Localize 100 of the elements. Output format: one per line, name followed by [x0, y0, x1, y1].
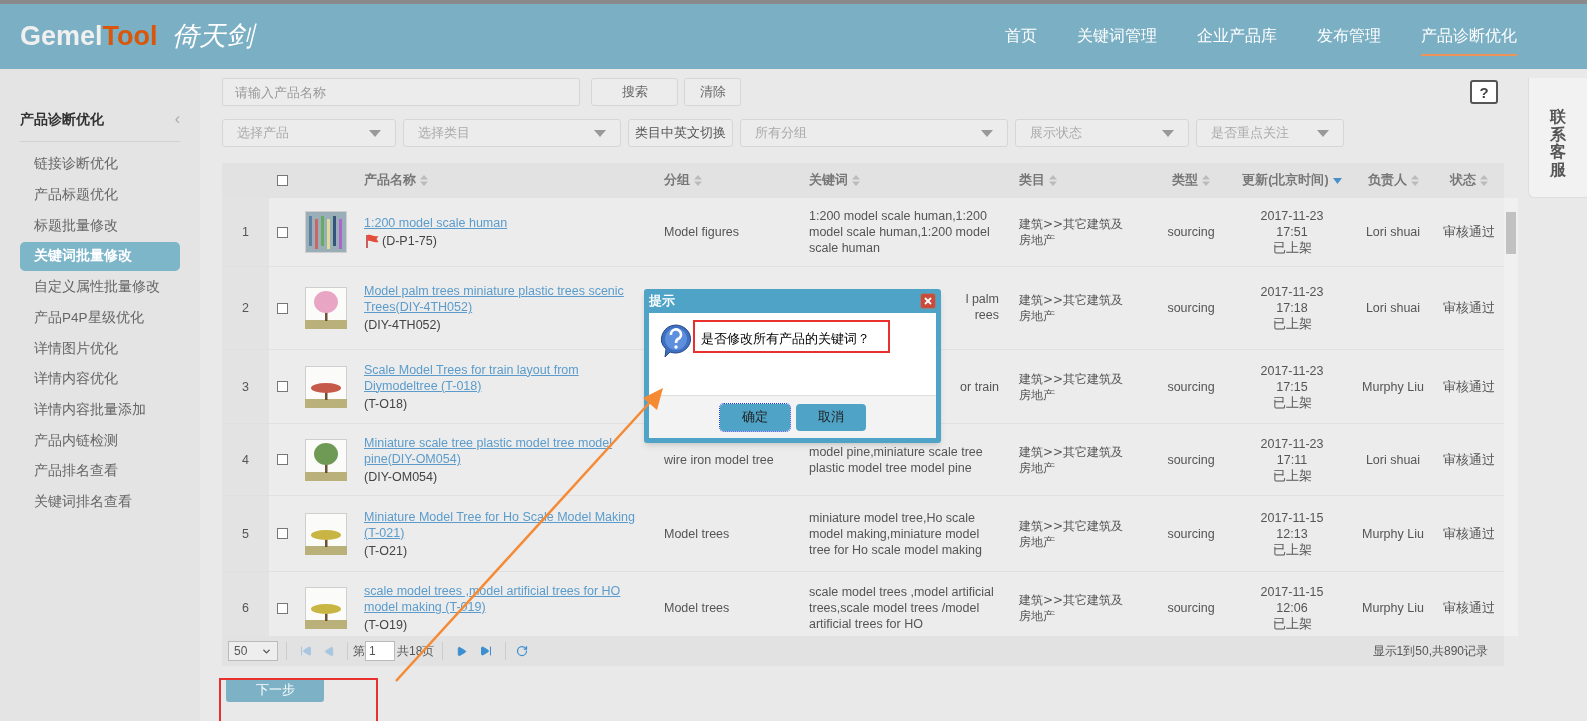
checkbox[interactable] [277, 302, 288, 314]
column-header[interactable]: 类型 [1172, 171, 1198, 190]
sidebar-item[interactable]: 详情内容优化 [20, 364, 180, 394]
sidebar-item[interactable]: 标题批量修改 [20, 211, 180, 241]
type-text: sourcing [1167, 378, 1215, 395]
category-text: 建筑>>其它建筑及房地产 [1019, 370, 1125, 403]
page-size-select[interactable]: 50 [228, 641, 278, 661]
category-text: 建筑>>其它建筑及房地产 [1019, 216, 1125, 248]
nav-link[interactable]: 首页 [1005, 17, 1037, 56]
product-link[interactable]: Miniature scale tree plastic model tree model pine(DIY-OM054) [364, 434, 652, 467]
type-text: sourcing [1167, 525, 1215, 542]
category-text: 建筑>>其它建筑及房地产 [1019, 292, 1125, 324]
search-button[interactable]: 清除 [684, 78, 741, 106]
last-page-icon[interactable] [480, 645, 493, 657]
scrollbar[interactable] [1504, 198, 1518, 636]
logo: GemelTool [20, 20, 158, 54]
column-header[interactable]: 更新(北京时间) [1242, 171, 1329, 190]
sidebar-item[interactable]: 关键词排名查看 [20, 487, 180, 517]
updated-text: 12:06 [1276, 600, 1308, 616]
status-text: 审核通过 [1442, 525, 1495, 542]
dropdown-placeholder: 展示状态 [1030, 124, 1082, 143]
owner-text: Murphy Liu [1362, 525, 1424, 542]
question-icon [659, 323, 693, 359]
refresh-icon[interactable] [516, 645, 529, 657]
type-text: sourcing [1167, 224, 1215, 240]
page-field[interactable]: 1 [365, 641, 395, 661]
dropdown[interactable]: 选择产品 [222, 119, 396, 147]
sidebar-item[interactable]: 自定义属性批量修改 [20, 272, 180, 302]
row-number: 4 [242, 451, 249, 468]
sidebar-item[interactable]: 产品内链检测 [20, 426, 180, 456]
group-text: Model figures [664, 224, 740, 240]
checkbox[interactable] [277, 602, 288, 614]
dialog-button[interactable]: 确定 [719, 403, 790, 431]
status-text: 审核通过 [1442, 378, 1495, 395]
dropdown-arrow-icon [1162, 129, 1174, 137]
type-text: sourcing [1167, 600, 1215, 616]
toggle-button[interactable]: 类目中英文切换 [628, 119, 733, 147]
search-field[interactable]: 请输入产品名称 [222, 78, 580, 106]
category-text: 建筑>>其它建筑及房地产 [1019, 592, 1125, 624]
dialog-title: 提示 [649, 292, 675, 310]
checkbox[interactable] [277, 175, 288, 186]
sidebar-item[interactable]: 产品排名查看 [20, 456, 180, 486]
updated-text: 2017-11-15 [1260, 509, 1324, 526]
nav-link[interactable]: 发布管理 [1317, 17, 1381, 56]
checkbox[interactable] [277, 381, 288, 392]
row-number: 1 [242, 224, 249, 240]
sidebar-item[interactable]: 详情内容批量添加 [20, 395, 180, 425]
product-link[interactable]: 1:200 model scale human [364, 215, 652, 231]
column-header[interactable]: 关键词 [809, 171, 848, 190]
next-step-button[interactable]: 下一步 [226, 678, 324, 702]
dropdown[interactable]: 展示状态 [1015, 119, 1189, 147]
dropdown-arrow-icon [369, 129, 381, 137]
close-button[interactable] [920, 293, 936, 309]
dropdown[interactable]: 是否重点关注 [1196, 119, 1344, 147]
dropdown[interactable]: 选择类目 [403, 119, 621, 147]
sidebar-item[interactable]: 详情图片优化 [20, 334, 180, 364]
updated-text: 2017-11-23 [1260, 362, 1324, 379]
updated-text: 已上架 [1272, 616, 1312, 632]
column-header[interactable]: 类目 [1019, 171, 1045, 190]
help-button[interactable]: ? [1470, 80, 1498, 104]
dropdown[interactable]: 所有分组 [740, 119, 1008, 147]
group-text: Model trees [664, 600, 730, 616]
sidebar-item[interactable]: 关键词批量修改 [20, 242, 180, 272]
keywords-text: miniature model tree,Ho scale model making,miniature model tree for Ho scale model making [809, 509, 983, 558]
updated-text: 17:11 [1276, 451, 1308, 468]
row-number: 3 [242, 378, 249, 395]
customer-service-tab[interactable]: 联系客服 [1528, 78, 1587, 198]
keywords-text: scale model trees ,model artificial trees,scale model trees /model artificial trees for HO [809, 584, 995, 632]
column-header[interactable]: 产品名称 [364, 171, 416, 190]
updated-text: 已上架 [1272, 467, 1312, 484]
product-code: (T-O18) [364, 395, 408, 412]
page-label: 第 [353, 643, 365, 660]
product-code: (T-O19) [364, 617, 408, 633]
sidebar-item[interactable]: 产品P4P星级优化 [20, 303, 180, 333]
dropdown-placeholder: 是否重点关注 [1211, 124, 1289, 143]
search-button[interactable]: 搜索 [591, 78, 678, 106]
sidebar-item[interactable]: 产品标题优化 [20, 180, 180, 210]
collapse-button[interactable]: ‹ [174, 107, 180, 131]
nav-link[interactable]: 产品诊断优化 [1421, 17, 1517, 56]
column-header[interactable]: 负责人 [1367, 171, 1407, 190]
nav-link[interactable]: 关键词管理 [1077, 17, 1157, 56]
checkbox[interactable] [277, 454, 288, 465]
next-page-icon[interactable] [456, 645, 468, 657]
dropdown-placeholder: 选择产品 [237, 124, 289, 143]
close-icon [924, 297, 932, 305]
checkbox[interactable] [277, 226, 288, 238]
sidebar-item[interactable]: 链接诊断优化 [20, 150, 180, 179]
owner-text: Murphy Liu [1362, 378, 1424, 395]
dialog-button[interactable]: 取消 [795, 403, 866, 431]
column-header[interactable]: 状态 [1449, 171, 1476, 190]
category-text: 建筑>>其它建筑及房地产 [1019, 443, 1125, 476]
group-text: wire iron model tree [664, 451, 774, 468]
dropdown-placeholder: 所有分组 [755, 124, 807, 143]
updated-text: 已上架 [1272, 240, 1312, 256]
keywords-text: model pine,miniature scale tree plastic model tree model pine [809, 443, 984, 476]
column-header[interactable]: 分组 [664, 171, 690, 190]
updated-text: 17:51 [1276, 224, 1308, 240]
owner-text: Murphy Liu [1362, 600, 1424, 616]
nav-link[interactable]: 企业产品库 [1197, 17, 1277, 56]
checkbox[interactable] [277, 528, 288, 539]
